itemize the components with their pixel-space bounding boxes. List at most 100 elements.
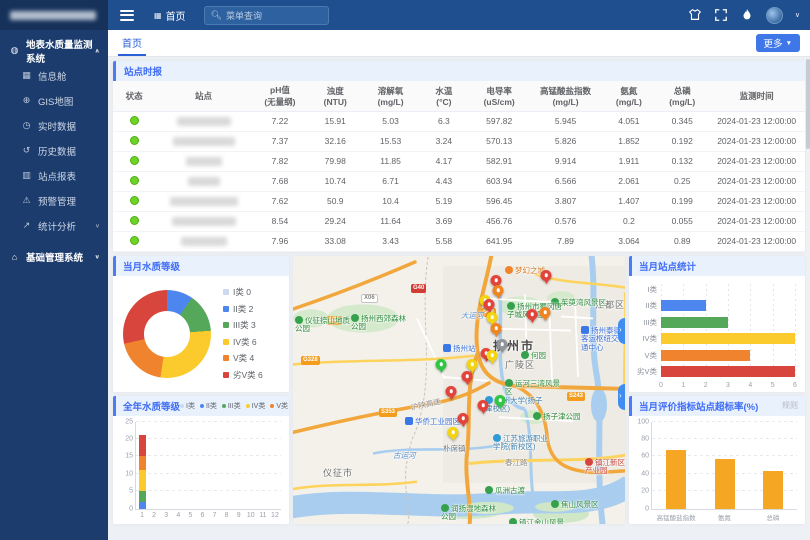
station-name-redacted — [172, 217, 236, 226]
user-avatar[interactable] — [766, 7, 783, 24]
tab-home[interactable]: 首页 — [118, 30, 146, 56]
legend-item[interactable]: III类 — [222, 401, 241, 411]
station-name-redacted — [181, 237, 227, 246]
hbar-row[interactable]: III类 — [635, 317, 795, 328]
station-map-pin[interactable] — [448, 427, 459, 441]
legend-item[interactable]: V类 — [270, 401, 288, 411]
map-collapse-handle[interactable] — [618, 318, 625, 344]
hbar-row[interactable]: IV类 — [635, 333, 795, 344]
hbar-row[interactable]: 劣V类 — [635, 366, 795, 377]
map-label: 扬子津公园 — [533, 412, 581, 422]
legend-item[interactable]: II类 2 — [223, 303, 263, 315]
park-poi-icon — [507, 302, 515, 310]
legend-item[interactable]: 劣V类 6 — [223, 369, 263, 381]
menu-toggle-icon[interactable] — [120, 7, 134, 23]
realtime-icon: ◷ — [20, 120, 33, 131]
map-label: 镇江新区产业园 — [585, 458, 625, 476]
hbar-row[interactable]: I类 — [635, 284, 795, 295]
station-map-pin[interactable] — [462, 371, 473, 385]
exceed-bar[interactable] — [763, 471, 783, 508]
attraction-poi-icon — [505, 266, 513, 274]
gis-map[interactable]: 扬州市江都区仪征市广陵区扬州站何园运河三湾风景区扬州西郊森林公园仪征捺山地质公园… — [293, 256, 625, 524]
grade-donut-chart[interactable] — [123, 290, 211, 378]
map-label: 春江路 — [505, 459, 528, 468]
stacked-bar-segment[interactable] — [139, 456, 146, 470]
sidebar-item-GIS地图[interactable]: ⊕GIS地图 — [0, 88, 108, 113]
road-badge: G40 — [411, 284, 426, 293]
station-map-pin[interactable] — [436, 359, 447, 373]
transport-poi-icon — [443, 344, 451, 352]
sidebar-menu: ◍地表水质量监测系统∧▦信息舱⊕GIS地图◷实时数据↺历史数据▥站点报表⚠预警管… — [0, 30, 108, 269]
user-menu-caret-icon[interactable]: ∨ — [795, 11, 800, 19]
legend-item[interactable]: V类 4 — [223, 352, 263, 364]
legend-item[interactable]: I类 — [180, 401, 195, 411]
sidebar-item-预警管理[interactable]: ⚠预警管理 — [0, 188, 108, 213]
station-map-pin[interactable] — [495, 395, 506, 409]
status-dot — [130, 196, 139, 205]
station-stats-chart: 0123456I类II类III类IV类V类劣V类 — [635, 284, 795, 376]
station-map-pin[interactable] — [484, 299, 495, 313]
legend-item[interactable]: III类 3 — [223, 319, 263, 331]
map-label: 仪征捺山地质公园 — [295, 316, 355, 334]
sidebar-group-1[interactable]: ⌂基础管理系统∨ — [0, 244, 108, 269]
table-row[interactable]: 8.5429.2411.643.69456.760.5760.20.055202… — [113, 211, 805, 231]
station-map-pin[interactable] — [527, 309, 538, 323]
page-scrollbar[interactable] — [806, 59, 810, 540]
stacked-bar-segment[interactable] — [139, 491, 146, 501]
sidebar-item-信息舱[interactable]: ▦信息舱 — [0, 63, 108, 88]
sidebar-item-历史数据[interactable]: ↺历史数据 — [0, 138, 108, 163]
rules-link[interactable]: 规则 — [782, 400, 798, 411]
sidebar-item-站点报表[interactable]: ▥站点报表 — [0, 163, 108, 188]
exceed-bar[interactable] — [715, 459, 735, 509]
station-map-pin[interactable] — [497, 339, 508, 353]
legend-item[interactable]: IV类 6 — [223, 336, 263, 348]
table-row[interactable]: 7.6250.910.45.19596.453.8071.4070.199202… — [113, 191, 805, 211]
flame-icon[interactable] — [740, 8, 754, 22]
map-collapse-handle[interactable] — [618, 384, 625, 410]
top-header: ▦ 首页 🔍︎ 菜单查询 ∨ — [108, 0, 810, 30]
hbar-row[interactable]: II类 — [635, 300, 795, 311]
map-label: 梦幻之城 — [505, 266, 545, 276]
stacked-bar-segment[interactable] — [139, 502, 146, 509]
map-label: 大运河 — [461, 312, 484, 321]
stacked-bar-segment[interactable] — [139, 470, 146, 491]
fullscreen-icon[interactable] — [714, 8, 728, 22]
menu-search-input[interactable]: 🔍︎ 菜单查询 — [204, 6, 329, 25]
hbar-row[interactable]: V类 — [635, 350, 795, 361]
table-row[interactable]: 7.3732.1615.533.24570.135.8261.8520.1922… — [113, 131, 805, 151]
stacked-bar-segment[interactable] — [139, 435, 146, 456]
legend-item[interactable]: II类 — [200, 401, 217, 411]
station-map-pin[interactable] — [491, 323, 502, 337]
col-header: 电导率(uS/cm) — [469, 81, 529, 111]
station-map-pin[interactable] — [446, 386, 457, 400]
station-map-pin[interactable] — [541, 270, 552, 284]
map-base-layer — [293, 256, 625, 524]
table-row[interactable]: 7.6810.746.714.43603.946.5662.0610.25202… — [113, 171, 805, 191]
station-map-pin[interactable] — [478, 400, 489, 414]
table-body: 7.2215.915.036.3597.825.9454.0510.345202… — [113, 111, 805, 251]
station-map-pin[interactable] — [540, 307, 551, 321]
park-poi-icon — [485, 486, 493, 494]
sidebar-item-实时数据[interactable]: ◷实时数据 — [0, 113, 108, 138]
sidebar: ◍地表水质量监测系统∧▦信息舱⊕GIS地图◷实时数据↺历史数据▥站点报表⚠预警管… — [0, 0, 108, 540]
table-row[interactable]: 7.2215.915.036.3597.825.9454.0510.345202… — [113, 111, 805, 131]
theme-skin-icon[interactable] — [688, 8, 702, 22]
col-header: 氨氮(mg/L) — [602, 81, 656, 111]
more-button[interactable]: 更多 ▼ — [756, 34, 800, 52]
legend-item[interactable]: IV类 — [246, 401, 266, 411]
station-map-pin[interactable] — [493, 285, 504, 299]
sidebar-item-统计分析[interactable]: ↗统计分析∨ — [0, 213, 108, 238]
breadcrumb[interactable]: ▦ 首页 — [154, 8, 186, 23]
col-header: 状态 — [113, 81, 155, 111]
col-header: 总磷(mg/L) — [656, 81, 708, 111]
table-row[interactable]: 7.9633.083.435.58641.957.893.0640.892024… — [113, 231, 805, 251]
sidebar-group-0[interactable]: ◍地表水质量监测系统∧ — [0, 38, 108, 63]
system-icon: ◍ — [8, 45, 21, 56]
exceed-bar[interactable] — [666, 450, 686, 508]
station-map-pin[interactable] — [487, 350, 498, 364]
status-dot — [130, 116, 139, 125]
col-header: 溶解氧(mg/L) — [362, 81, 418, 111]
station-map-pin[interactable] — [458, 413, 469, 427]
table-row[interactable]: 7.8279.9811.854.17582.919.9141.9110.1322… — [113, 151, 805, 171]
legend-item[interactable]: I类 0 — [223, 286, 263, 298]
